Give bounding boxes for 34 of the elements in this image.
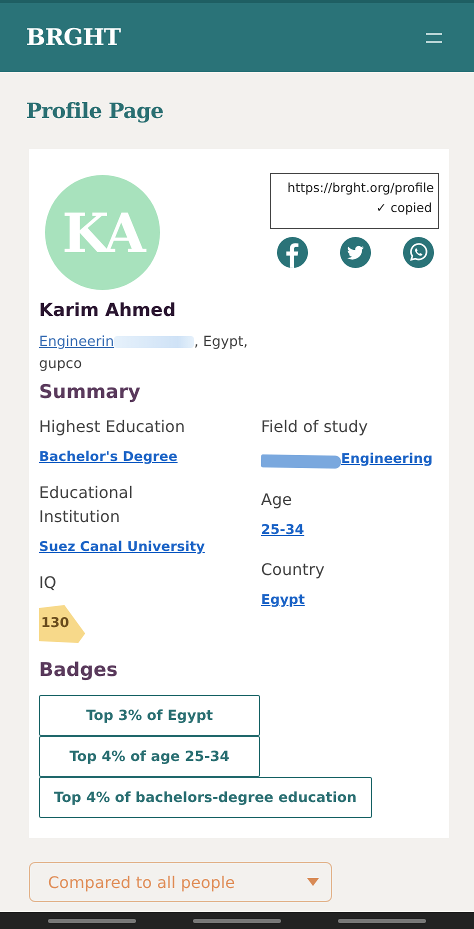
- badge: Top 3% of Egypt: [39, 695, 260, 736]
- field-label: Age: [261, 489, 293, 511]
- field-label: Educational Institution: [39, 482, 134, 528]
- nav-handle[interactable]: [338, 918, 426, 922]
- dropdown-caret-icon: [307, 878, 319, 886]
- field-label: Field of study: [261, 416, 369, 438]
- field-label: Country: [261, 559, 326, 581]
- field-value-link[interactable]: Suez Canal University: [39, 539, 205, 555]
- section-heading: Summary: [39, 381, 142, 403]
- highlighted-value: 130: [39, 605, 86, 643]
- profile-name: Karim Ahmed: [39, 300, 177, 321]
- facebook-icon[interactable]: [277, 237, 308, 268]
- location-text: Engineerin , Egypt, gupco: [39, 333, 249, 374]
- copied-label: ✓ copied: [376, 200, 432, 215]
- field-label: IQ: [39, 572, 58, 594]
- share-url: https://brght.org/profile: [287, 180, 434, 195]
- field-value-link[interactable]: Egypt: [261, 592, 305, 608]
- field-value-link[interactable]: 25-34: [261, 522, 304, 538]
- nav-handle[interactable]: [192, 918, 281, 922]
- location-link[interactable]: Engineerin: [39, 334, 114, 350]
- share-link-box[interactable]: https://brght.org/profile ✓ copied: [270, 173, 439, 229]
- logo[interactable]: BRGHT: [26, 24, 121, 51]
- field-value-link[interactable]: Engineering: [341, 450, 433, 466]
- badge: Top 4% of age 25-34: [39, 736, 260, 777]
- section-heading: Badges: [39, 659, 119, 681]
- field-label: Highest Education: [39, 416, 186, 438]
- whatsapp-icon[interactable]: [403, 237, 434, 268]
- page-title: Profile Page: [26, 98, 164, 123]
- badge: Top 4% of bachelors-degree education: [39, 777, 372, 818]
- menu-icon[interactable]: [426, 32, 442, 42]
- avatar: KA: [45, 175, 160, 290]
- twitter-icon[interactable]: [340, 237, 371, 268]
- nav-handle[interactable]: [48, 918, 136, 922]
- field-value-link[interactable]: Bachelor's Degree: [39, 449, 178, 465]
